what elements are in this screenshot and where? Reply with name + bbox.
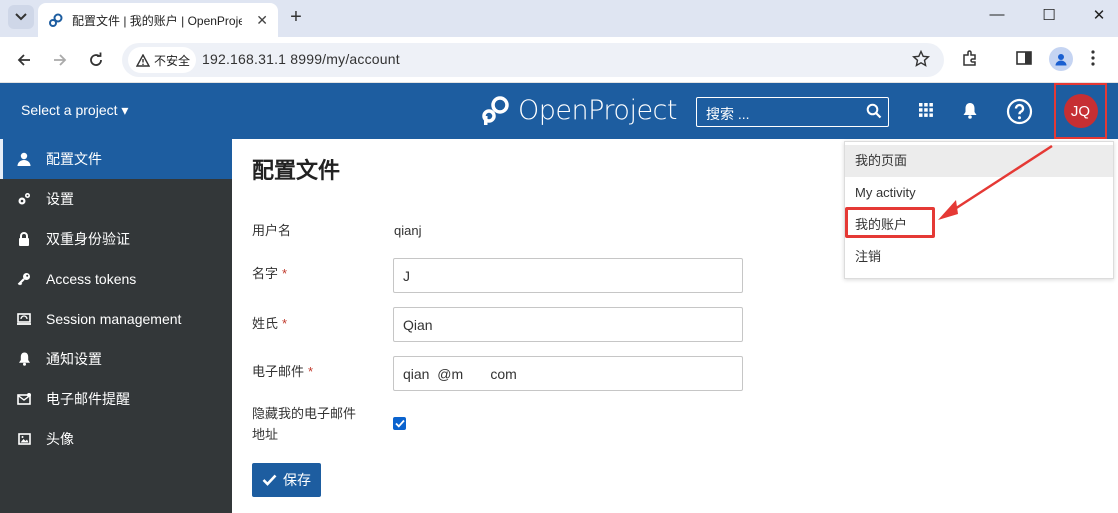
annotation-arrow bbox=[938, 144, 1053, 220]
